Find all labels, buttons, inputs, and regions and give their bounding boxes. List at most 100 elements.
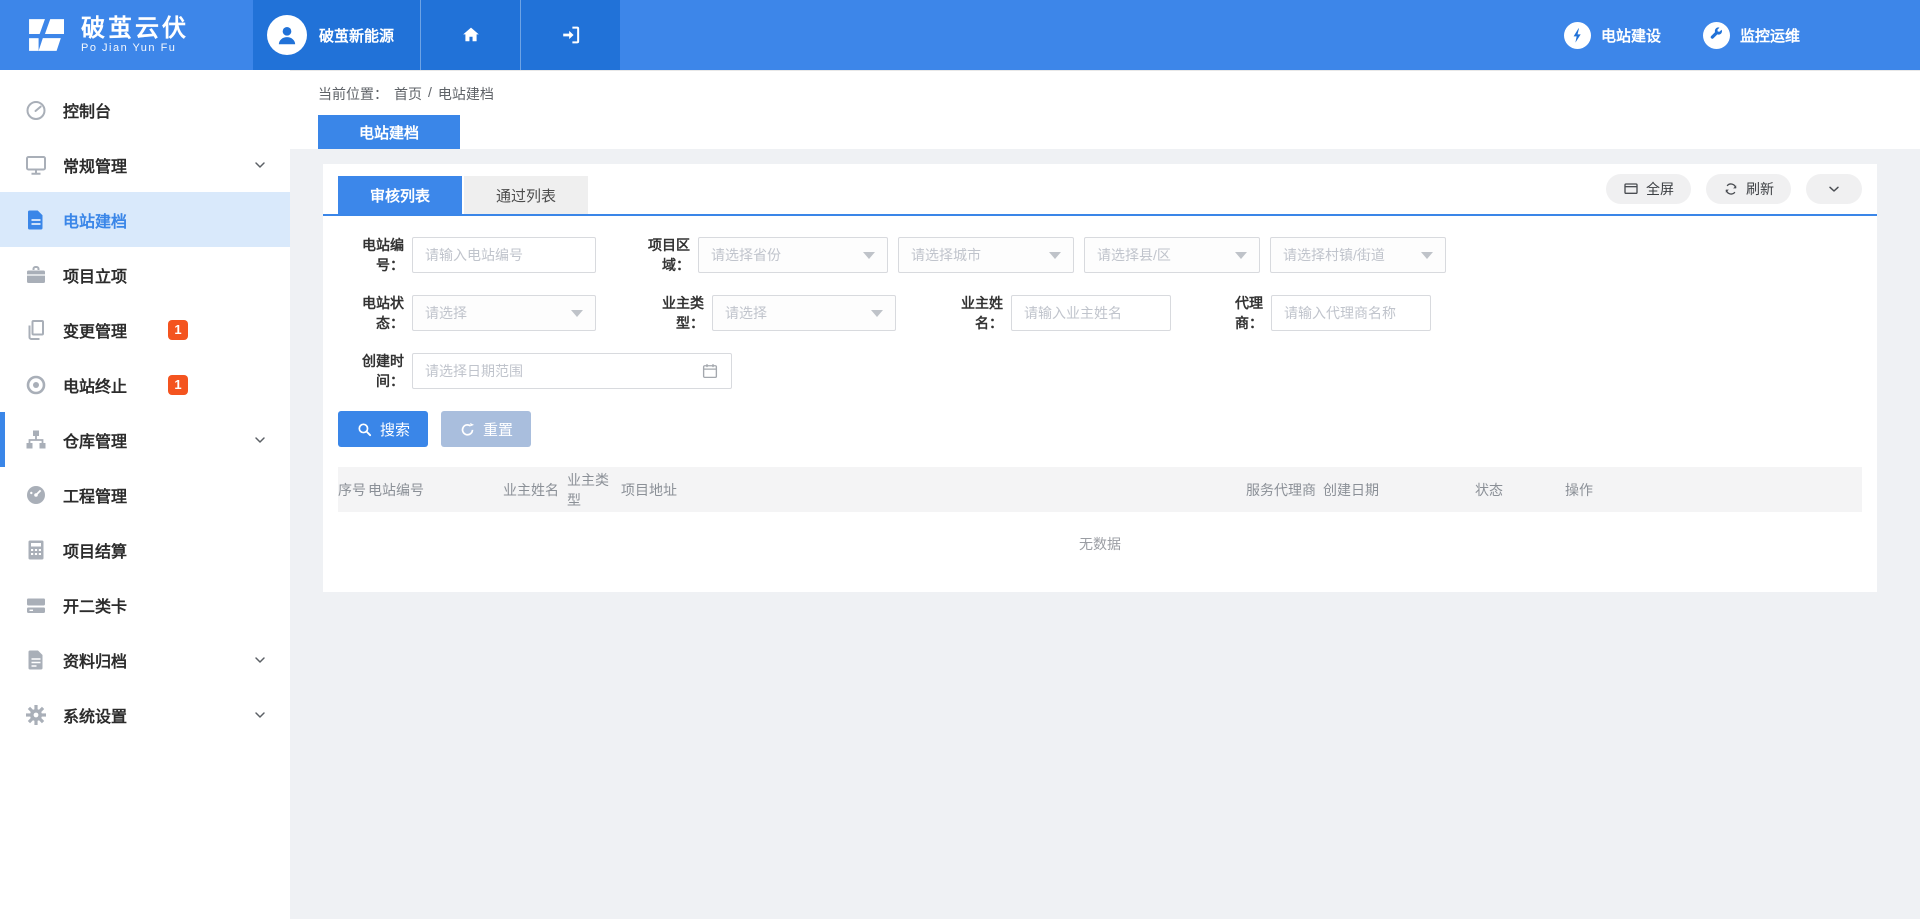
topbar: 破茧云伏 Po Jian Yun Fu 破茧新能源 电 [0, 0, 1920, 70]
sidebar-item-change-mgmt[interactable]: 变更管理 1 [0, 302, 290, 357]
sidebar-item-label: 电站终止 [63, 373, 127, 397]
col-status: 状态 [1475, 480, 1565, 500]
table-header-row: 序号 电站编号 业主姓名 业主类型 项目地址 服务代理商 创建日期 状态 操作 [338, 467, 1862, 512]
owner-type-select[interactable]: 请选择 [712, 295, 896, 331]
tab-passed-list[interactable]: 通过列表 [464, 176, 588, 214]
calculator-icon [24, 538, 48, 562]
sidebar-item-project-settlement[interactable]: 项目结算 [0, 522, 290, 577]
agent-input[interactable] [1271, 295, 1431, 331]
owner-name-label: 业主姓名： [946, 293, 1011, 333]
collapse-button[interactable] [1806, 174, 1862, 204]
user-avatar-icon [267, 15, 307, 55]
sidebar-item-system-settings[interactable]: 系统设置 [0, 687, 290, 742]
col-service-agent: 服务代理商 [1246, 480, 1323, 500]
col-owner-type: 业主类型 [567, 470, 621, 510]
sidebar-item-label: 工程管理 [63, 483, 127, 507]
breadcrumb-bar: 当前位置： 首页 / 电站建档 电站建档 [290, 70, 1920, 149]
sidebar-item-warehouse-mgmt[interactable]: 仓库管理 [0, 412, 290, 467]
nav-monitor-ops[interactable]: 监控运维 [1703, 22, 1800, 49]
station-status-select[interactable]: 请选择 [412, 295, 596, 331]
village-select[interactable]: 请选择村镇/街道 [1270, 237, 1446, 273]
sidebar-item-station-filing[interactable]: 电站建档 [0, 192, 290, 247]
sidebar-item-label: 仓库管理 [63, 428, 127, 452]
breadcrumb-current: 电站建档 [438, 84, 494, 104]
pojian-logo-icon [24, 17, 68, 53]
sidebar: 控制台 常规管理 电站建档 项目立项 变更管理 1 [0, 70, 290, 919]
home-button[interactable] [420, 0, 520, 70]
sidebar-item-console[interactable]: 控制台 [0, 82, 290, 137]
sidebar-item-label: 控制台 [63, 98, 111, 122]
station-no-label: 电站编号： [338, 235, 412, 275]
gauge-icon [24, 483, 48, 507]
owner-type-label: 业主类型： [648, 293, 712, 333]
village-placeholder: 请选择村镇/街道 [1283, 245, 1385, 265]
station-status-placeholder: 请选择 [425, 303, 467, 323]
breadcrumb-home-link[interactable]: 首页 [394, 84, 422, 104]
sidebar-item-label: 电站建档 [63, 208, 127, 232]
refresh-label: 刷新 [1746, 179, 1774, 199]
col-create-date: 创建日期 [1323, 480, 1475, 500]
pages-icon [24, 318, 48, 342]
archive-document-icon [24, 648, 48, 672]
table-empty-state: 无数据 [338, 512, 1862, 576]
owner-name-input[interactable] [1011, 295, 1171, 331]
breadcrumb-separator: / [428, 84, 432, 104]
search-label: 搜索 [380, 419, 410, 440]
chevron-down-icon [252, 157, 268, 173]
main-content: 当前位置： 首页 / 电站建档 电站建档 审核列表 通过列表 全屏 [290, 70, 1920, 919]
city-placeholder: 请选择城市 [911, 245, 981, 265]
topbar-right-nav: 电站建设 监控运维 [1564, 0, 1920, 70]
logout-button[interactable] [520, 0, 620, 70]
refresh-button[interactable]: 刷新 [1706, 174, 1791, 204]
district-select[interactable]: 请选择县/区 [1084, 237, 1260, 273]
city-select[interactable]: 请选择城市 [898, 237, 1074, 273]
id-card-icon [24, 593, 48, 617]
calendar-icon [701, 362, 719, 380]
filter-form: 电站编号： 项目区域： 请选择省份 请选择城市 请选择县/区 请选择村镇/街道 [323, 216, 1877, 389]
nav-label: 电站建设 [1601, 25, 1661, 46]
sidebar-item-project-initiation[interactable]: 项目立项 [0, 247, 290, 302]
reset-label: 重置 [483, 419, 513, 440]
caret-down-icon [571, 310, 583, 317]
sidebar-item-general-mgmt[interactable]: 常规管理 [0, 137, 290, 192]
breadcrumb: 当前位置： 首页 / 电站建档 [290, 71, 1920, 104]
reset-icon [459, 421, 476, 438]
search-button[interactable]: 搜索 [338, 411, 428, 447]
page-tab-station-filing[interactable]: 电站建档 [318, 115, 460, 149]
nav-station-build[interactable]: 电站建设 [1564, 22, 1661, 49]
sign-in-icon [560, 24, 582, 46]
filter-actions: 搜索 重置 [323, 411, 1877, 447]
brand-logo: 破茧云伏 Po Jian Yun Fu [0, 0, 253, 70]
caret-down-icon [863, 252, 875, 259]
nav-label: 监控运维 [1740, 25, 1800, 46]
change-mgmt-badge: 1 [168, 320, 188, 340]
district-placeholder: 请选择县/区 [1097, 245, 1171, 265]
reset-button[interactable]: 重置 [441, 411, 531, 447]
sidebar-item-type2-card[interactable]: 开二类卡 [0, 577, 290, 632]
search-icon [356, 421, 373, 438]
province-placeholder: 请选择省份 [711, 245, 781, 265]
station-no-input[interactable] [412, 237, 596, 273]
caret-down-icon [1235, 252, 1247, 259]
dashboard-icon [24, 98, 48, 122]
sidebar-item-label: 系统设置 [63, 703, 127, 727]
document-icon [24, 208, 48, 232]
province-select[interactable]: 请选择省份 [698, 237, 888, 273]
tab-review-list[interactable]: 审核列表 [338, 176, 462, 214]
col-project-address: 项目地址 [621, 480, 1246, 500]
filter-row-1: 电站编号： 项目区域： 请选择省份 请选择城市 请选择县/区 请选择村镇/街道 [338, 237, 1862, 273]
fullscreen-label: 全屏 [1646, 179, 1674, 199]
sidebar-item-engineering-mgmt[interactable]: 工程管理 [0, 467, 290, 522]
caret-down-icon [1421, 252, 1433, 259]
monitor-icon [24, 153, 48, 177]
content-card: 审核列表 通过列表 全屏 刷新 [323, 164, 1877, 592]
date-range-picker[interactable]: 请选择日期范围 [412, 353, 732, 389]
sidebar-item-data-archive[interactable]: 资料归档 [0, 632, 290, 687]
sidebar-item-station-termination[interactable]: 电站终止 1 [0, 357, 290, 412]
chevron-down-icon [1826, 181, 1842, 197]
user-menu[interactable]: 破茧新能源 [253, 0, 420, 70]
fullscreen-button[interactable]: 全屏 [1606, 174, 1691, 204]
chevron-down-icon [252, 707, 268, 723]
sidebar-item-label: 项目立项 [63, 263, 127, 287]
home-icon [460, 24, 482, 46]
